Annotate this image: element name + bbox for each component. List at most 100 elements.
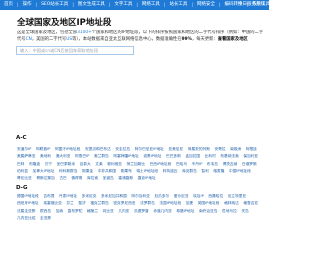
nav-item[interactable]: 首页 xyxy=(0,0,17,10)
country-link[interactable]: 布基纳法索 xyxy=(220,153,238,160)
country-link[interactable]: 百慕大 xyxy=(80,161,91,168)
country-link[interactable]: 安道尔IP xyxy=(17,146,31,153)
country-link[interactable]: 安提瓜和巴布达 xyxy=(85,146,111,153)
country-link[interactable]: 格林纳达 xyxy=(224,200,239,207)
country-link[interactable]: 文莱 xyxy=(95,161,102,168)
country-link[interactable]: 哥伦比亚 xyxy=(17,175,32,182)
country-link[interactable]: 直布罗陀 xyxy=(68,208,83,215)
country-link[interactable]: 库拉索 xyxy=(87,175,98,182)
country-link[interactable]: 巴哈马 xyxy=(176,161,187,168)
country-link[interactable]: 科特迪瓦 xyxy=(163,168,178,175)
country-link[interactable]: 圣巴泰勒米 xyxy=(57,161,75,168)
country-link[interactable]: 阿尔及利亚 xyxy=(131,193,149,200)
country-link[interactable]: 喀麦隆 xyxy=(213,168,224,175)
country-link[interactable]: 多米尼加共和国 xyxy=(101,193,127,200)
country-link[interactable]: 爱沙尼亚 xyxy=(174,193,189,200)
country-link[interactable]: 安圭拉岛 xyxy=(115,146,130,153)
nav-item[interactable]: 文字工具 xyxy=(110,0,136,10)
country-link[interactable]: 希腊IP地址 xyxy=(176,208,194,215)
country-link[interactable]: 赤道几内亚 xyxy=(153,208,171,215)
country-link[interactable]: 密克罗尼西亚 xyxy=(113,200,135,207)
country-link[interactable]: 多米尼克 xyxy=(82,193,97,200)
country-link[interactable]: 圣诞岛 xyxy=(103,175,114,182)
country-link[interactable]: 埃及IP xyxy=(193,193,204,200)
country-link[interactable]: 荷属安的列斯 xyxy=(188,146,210,153)
country-link[interactable]: 西班牙IP地址 xyxy=(17,200,39,207)
country-link[interactable]: 布韦岛 xyxy=(207,161,218,168)
country-link[interactable]: 厄立特里亚 xyxy=(228,193,246,200)
country-link[interactable]: 圭亚那 xyxy=(40,215,51,222)
country-link[interactable]: 斐济 xyxy=(78,200,85,207)
country-link[interactable]: 冈比亚 xyxy=(103,208,114,215)
country-link[interactable]: 比利时 xyxy=(205,153,216,160)
country-link[interactable]: 福克兰群岛 xyxy=(90,200,108,207)
country-link[interactable]: 阿富汗IP地址段 xyxy=(55,146,80,153)
country-link[interactable]: 刚果布 xyxy=(121,168,132,175)
country-link[interactable]: 古巴 xyxy=(59,175,66,182)
country-link[interactable]: 澳大利亚 xyxy=(56,153,71,160)
search-input[interactable]: 输入：中国或cn或CN后按回车获取地址段 xyxy=(16,46,134,55)
country-link[interactable]: 科科斯群岛 xyxy=(59,168,77,175)
country-link[interactable]: 危地马拉 xyxy=(222,208,237,215)
country-link[interactable]: 哥斯达黎加 xyxy=(36,175,54,182)
nav-item[interactable]: SEO站长工具 xyxy=(37,0,72,10)
country-link[interactable]: 阿塞拜疆IP地址 xyxy=(113,153,138,160)
country-link[interactable]: 巴巴多斯 xyxy=(166,153,181,160)
country-link[interactable]: 几内亚比绍 xyxy=(17,215,35,222)
country-link[interactable]: 法罗群岛 xyxy=(140,200,155,207)
country-link[interactable]: 捷克IP地址 xyxy=(138,175,156,182)
country-link[interactable]: 安哥拉 xyxy=(215,146,226,153)
country-link[interactable]: 加拿大IP地址 xyxy=(33,168,55,175)
country-link[interactable]: 巴西IP地址段 xyxy=(150,161,172,168)
country-link[interactable]: 瑞士IP地址段 xyxy=(136,168,158,175)
country-link[interactable]: 西撒哈拉 xyxy=(208,193,223,200)
country-link[interactable]: 法国IP地址段 xyxy=(159,200,181,207)
country-link[interactable]: 吉布提 xyxy=(43,193,54,200)
country-link[interactable]: 埃塞俄比亚 xyxy=(43,200,61,207)
country-link[interactable]: 美属萨摩亚 xyxy=(17,153,35,160)
country-link[interactable]: 不丹IP xyxy=(192,161,203,168)
country-link[interactable]: 关岛 xyxy=(241,208,248,215)
country-link[interactable]: 保加利亚 xyxy=(243,153,258,160)
country-link[interactable]: 阿联酋IP xyxy=(36,146,50,153)
country-link[interactable]: 荷兰加勒比 xyxy=(127,161,145,168)
country-link[interactable]: 格陵兰 xyxy=(87,208,98,215)
country-link[interactable]: 白俄罗斯 xyxy=(242,161,257,168)
country-link[interactable]: 伯利兹 xyxy=(17,168,28,175)
view-countries-link[interactable]: 查看国家及地区 xyxy=(218,37,248,42)
country-link[interactable]: 阿尔巴尼亚IP地址 xyxy=(135,146,164,153)
country-link[interactable]: 加蓬 xyxy=(186,200,193,207)
nav-item[interactable]: 图文生成工具 xyxy=(74,0,109,10)
nav-item[interactable]: 网络安全 xyxy=(193,0,219,10)
country-link[interactable]: 丹麦IP地址 xyxy=(59,193,77,200)
country-link[interactable]: 加纳 xyxy=(56,208,63,215)
country-link[interactable]: 孟加拉国 xyxy=(185,153,200,160)
country-link[interactable]: 中非共和国 xyxy=(98,168,116,175)
country-link[interactable]: 几内亚 xyxy=(118,208,129,215)
country-link[interactable]: 阿鲁巴IP xyxy=(75,153,89,160)
country-link[interactable]: 根西岛 xyxy=(40,208,51,215)
country-link[interactable]: 格鲁吉亚 xyxy=(243,200,258,207)
country-link[interactable]: 布隆迪 xyxy=(29,161,40,168)
country-link[interactable]: 芬兰 xyxy=(66,200,73,207)
country-link[interactable]: 厄瓜多尔 xyxy=(154,193,169,200)
country-link[interactable]: 博茨瓦纳 xyxy=(223,161,238,168)
country-link[interactable]: 南乔治亚岛 xyxy=(199,208,217,215)
country-link[interactable]: 奥兰群岛 xyxy=(94,153,109,160)
country-link[interactable]: 瓜德罗普 xyxy=(134,208,149,215)
nav-item[interactable]: 操作 xyxy=(19,0,36,10)
country-link[interactable]: 英国IP地址段 xyxy=(198,200,220,207)
country-link[interactable]: 法属圭亚那 xyxy=(17,208,35,215)
country-link[interactable]: 阿根廷 xyxy=(246,146,257,153)
country-link[interactable]: 德国IP地址段 xyxy=(17,193,39,200)
nav-item[interactable]: 站长工具 xyxy=(165,0,191,10)
country-link[interactable]: 刚果金 xyxy=(82,168,93,175)
country-link[interactable]: 佛得角 xyxy=(71,175,82,182)
country-link[interactable]: 贝宁 xyxy=(45,161,52,168)
country-link[interactable]: 塞浦路斯 xyxy=(118,175,133,182)
country-link[interactable]: 波黑IP地址 xyxy=(143,153,161,160)
nav-item[interactable]: 网络工具 xyxy=(138,0,164,10)
country-link[interactable]: 南极洲 xyxy=(230,146,241,153)
country-link[interactable]: 中国IP地址段 xyxy=(229,168,251,175)
country-link[interactable]: 库克群岛 xyxy=(182,168,197,175)
